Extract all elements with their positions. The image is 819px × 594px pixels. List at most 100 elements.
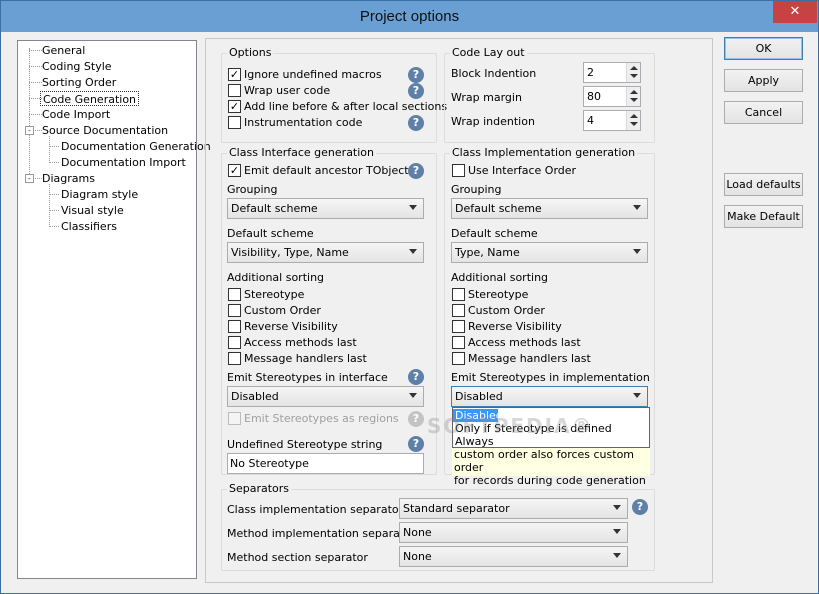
iface-access-methods-checkbox[interactable]: Access methods last	[228, 335, 357, 351]
tree-item-diagrams[interactable]: Diagrams	[40, 171, 97, 186]
chevron-down-icon	[633, 393, 641, 398]
iface-grouping-select[interactable]: Default scheme	[227, 198, 424, 219]
use-interface-order-label: Use Interface Order	[468, 164, 577, 177]
iface-custom-order-label: Custom Order	[244, 304, 321, 317]
impl-reverse-visibility-checkbox[interactable]: Reverse Visibility	[452, 319, 562, 335]
add-line-label: Add line before & after local sections	[244, 100, 448, 113]
emit-ancestor-checkbox[interactable]: ✓ Emit default ancestor TObject	[228, 163, 409, 179]
tree-item-sorting-order[interactable]: Sorting Order	[40, 75, 118, 90]
spin-up-icon[interactable]	[630, 114, 638, 118]
emit-regions-checkbox[interactable]: Emit Stereotypes as regions	[228, 411, 399, 427]
make-default-button[interactable]: Make Default	[724, 205, 803, 228]
chevron-down-icon	[613, 553, 621, 558]
tree-line	[49, 194, 59, 195]
chevron-down-icon	[409, 393, 417, 398]
close-button[interactable]: ✕	[773, 1, 817, 23]
apply-button[interactable]: Apply	[724, 69, 803, 92]
help-icon[interactable]: ?	[408, 83, 424, 99]
tree-item-coding-style[interactable]: Coding Style	[40, 59, 114, 74]
use-interface-order-checkbox[interactable]: Use Interface Order	[452, 163, 582, 179]
class-impl-separator-value: Standard separator	[403, 502, 510, 515]
tree-item-documentation-generation[interactable]: Documentation Generation	[59, 139, 213, 154]
collapse-source-doc-icon[interactable]: -	[25, 126, 34, 135]
spin-down-icon[interactable]	[630, 74, 638, 78]
checkbox-box	[452, 288, 465, 301]
checkbox-box: ✓	[228, 164, 241, 177]
class-interface-group-title: Class Interface generation	[227, 146, 377, 159]
impl-stereotype-checkbox[interactable]: Stereotype	[452, 287, 552, 303]
wrap-margin-spinner[interactable]: 80	[583, 86, 641, 107]
help-icon[interactable]: ?	[408, 436, 424, 452]
spin-up-icon[interactable]	[630, 90, 638, 94]
help-icon[interactable]: ?	[408, 115, 424, 131]
help-icon[interactable]: ?	[408, 67, 424, 83]
checkbox-box	[228, 116, 241, 129]
hint-line-1: custom order also forces custom order	[454, 448, 635, 474]
tree-item-code-generation[interactable]: Code Generation	[40, 91, 140, 106]
spin-up-icon[interactable]	[630, 66, 638, 70]
iface-emit-stereotypes-value: Disabled	[231, 390, 279, 403]
tree-item-classifiers[interactable]: Classifiers	[59, 219, 119, 234]
iface-grouping-label: Grouping	[227, 183, 278, 196]
impl-custom-order-label: Custom Order	[468, 304, 545, 317]
separators-group-title: Separators	[227, 482, 292, 495]
spin-down-icon[interactable]	[630, 122, 638, 126]
impl-additional-sorting-label: Additional sorting	[451, 271, 549, 284]
cancel-button[interactable]: Cancel	[724, 101, 803, 124]
chevron-down-icon	[409, 205, 417, 210]
wrap-user-code-checkbox[interactable]: Wrap user code	[228, 83, 378, 99]
method-impl-separator-select[interactable]: None	[399, 522, 628, 543]
load-defaults-button[interactable]: Load defaults	[724, 173, 803, 196]
impl-emit-stereotypes-value: Disabled	[455, 390, 503, 403]
add-line-checkbox[interactable]: ✓ Add line before & after local sections	[228, 99, 447, 115]
method-impl-separator-label: Method implementation separator	[227, 527, 416, 540]
impl-emit-stereotypes-label: Emit Stereotypes in implementation	[451, 371, 650, 384]
iface-emit-stereotypes-select[interactable]: Disabled	[227, 386, 424, 407]
class-impl-separator-select[interactable]: Standard separator	[399, 498, 628, 519]
checkbox-box	[228, 84, 241, 97]
iface-message-handlers-checkbox[interactable]: Message handlers last	[228, 351, 367, 367]
project-options-dialog: Project options ✕ - - General Coding Sty…	[0, 0, 819, 594]
impl-grouping-label: Grouping	[451, 183, 502, 196]
tree-item-code-import[interactable]: Code Import	[40, 107, 112, 122]
impl-default-scheme-select[interactable]: Type, Name	[451, 242, 648, 263]
tree-item-source-documentation[interactable]: Source Documentation	[40, 123, 170, 138]
undefined-stereotype-input[interactable]: No Stereotype	[227, 453, 424, 474]
options-tree: - - General Coding Style Sorting Order C…	[17, 40, 211, 579]
help-icon[interactable]: ?	[408, 369, 424, 385]
impl-grouping-select[interactable]: Default scheme	[451, 198, 648, 219]
iface-default-scheme-select[interactable]: Visibility, Type, Name	[227, 242, 424, 263]
block-indention-spinner[interactable]: 2	[583, 62, 641, 83]
tree-item-documentation-import[interactable]: Documentation Import	[59, 155, 188, 170]
checkbox-box	[228, 320, 241, 333]
spin-buttons[interactable]	[626, 111, 640, 130]
spin-buttons[interactable]	[626, 63, 640, 82]
collapse-diagrams-icon[interactable]: -	[25, 174, 34, 183]
tree-line	[49, 136, 50, 163]
impl-access-methods-label: Access methods last	[468, 336, 581, 349]
spin-buttons[interactable]	[626, 87, 640, 106]
impl-custom-order-checkbox[interactable]: Custom Order	[452, 303, 552, 319]
tree-item-diagram-style[interactable]: Diagram style	[59, 187, 140, 202]
block-indention-label: Block Indention	[451, 67, 537, 80]
iface-stereotype-checkbox[interactable]: Stereotype	[228, 287, 328, 303]
ok-button[interactable]: OK	[724, 37, 803, 60]
method-section-separator-label: Method section separator	[227, 551, 368, 564]
wrap-indention-spinner[interactable]: 4	[583, 110, 641, 131]
help-icon[interactable]: ?	[408, 163, 424, 179]
impl-message-handlers-checkbox[interactable]: Message handlers last	[452, 351, 591, 367]
ignore-macros-checkbox[interactable]: ✓ Ignore undefined macros	[228, 67, 382, 83]
tree-item-visual-style[interactable]: Visual style	[59, 203, 126, 218]
iface-reverse-visibility-checkbox[interactable]: Reverse Visibility	[228, 319, 338, 335]
help-icon[interactable]: ?	[632, 499, 648, 515]
method-section-separator-select[interactable]: None	[399, 546, 628, 567]
impl-default-scheme-label: Default scheme	[451, 227, 538, 240]
impl-emit-stereotypes-select[interactable]: Disabled	[451, 386, 648, 407]
iface-custom-order-checkbox[interactable]: Custom Order	[228, 303, 328, 319]
instrumentation-checkbox[interactable]: Instrumentation code	[228, 115, 378, 131]
tree-item-general[interactable]: General	[40, 43, 87, 58]
iface-additional-sorting-label: Additional sorting	[227, 271, 325, 284]
impl-access-methods-checkbox[interactable]: Access methods last	[452, 335, 581, 351]
iface-access-methods-label: Access methods last	[244, 336, 357, 349]
spin-down-icon[interactable]	[630, 98, 638, 102]
